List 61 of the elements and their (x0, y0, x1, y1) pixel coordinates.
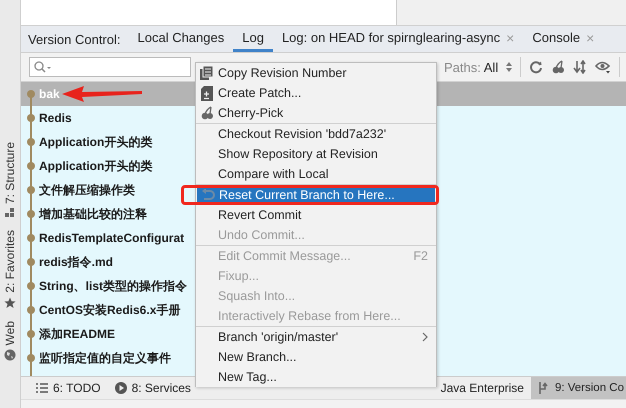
up-down-icon (506, 62, 512, 72)
menu-item[interactable]: Copy Revision Number (196, 63, 436, 83)
search-icon (34, 61, 52, 73)
document-icon (201, 86, 213, 100)
tool-window-button[interactable]: 6: TODO (29, 377, 108, 399)
menu-item[interactable]: Checkout Revision 'bdd7a232' (196, 124, 436, 144)
tool-window-button[interactable]: 7: Structure (3, 142, 17, 204)
commit-node-icon (26, 226, 36, 250)
commit-message[interactable]: CentOS安装Redis6.x手册 (39, 302, 180, 318)
tool-window-button[interactable]: Java Enterprise (434, 377, 531, 399)
sort-icon[interactable] (573, 60, 588, 74)
commit-node-icon (26, 322, 36, 346)
commit-node-icon (26, 154, 36, 178)
commit-message[interactable]: RedisTemplateConfigurat (39, 231, 184, 245)
filter-dropdown[interactable]: Paths: All (444, 60, 498, 74)
menu-item[interactable]: Show Repository at Revision (196, 144, 436, 164)
tab[interactable]: Local Changes (128, 26, 234, 52)
commit-node-icon (26, 274, 36, 298)
tab[interactable]: Log (233, 26, 273, 52)
commit-node-icon (26, 130, 36, 154)
menu-item[interactable]: New Branch... (196, 347, 436, 367)
play-icon (114, 382, 127, 394)
structure-icon (5, 208, 15, 218)
eye-icon[interactable] (595, 60, 612, 74)
commit-node-icon (26, 202, 36, 226)
commit-node-icon (26, 178, 36, 202)
star-icon (4, 296, 16, 309)
menu-item[interactable]: New Tag... (196, 367, 436, 387)
commit-message[interactable]: Application开头的类 (39, 134, 152, 150)
tool-window-title: Version Control: (27, 30, 122, 48)
tab[interactable]: Log: on HEAD for spirnglearing-async × (272, 26, 524, 52)
search-field[interactable] (29, 57, 191, 77)
copy-icon (200, 66, 214, 80)
commit-node-icon (26, 298, 36, 322)
tool-window-button[interactable]: Web (3, 320, 17, 346)
menu-item[interactable]: Revert Commit (196, 205, 436, 225)
commit-message[interactable]: String、list类型的操作指令 (39, 278, 188, 294)
menu-item[interactable]: Create Patch... (196, 83, 436, 103)
list-icon (36, 383, 48, 393)
refresh-icon[interactable] (529, 60, 544, 74)
tool-window-button[interactable]: 2: Favorites (3, 230, 17, 293)
globe-icon (4, 349, 16, 362)
menu-item[interactable]: Cherry-Pick (196, 103, 436, 123)
commit-message[interactable]: Redis (39, 111, 72, 125)
cherry-icon[interactable] (551, 60, 566, 74)
branch-icon (538, 382, 550, 394)
tool-window-button[interactable]: 9: Version Co (530, 377, 626, 399)
menu-item[interactable]: Branch 'origin/master' (196, 327, 436, 347)
commit-message[interactable]: 添加README (39, 326, 116, 342)
commit-message[interactable]: 监听指定值的自定义事件 (39, 350, 171, 366)
cherry-icon (200, 106, 214, 120)
undo-icon (201, 189, 215, 201)
menu-item[interactable]: Compare with Local (196, 164, 436, 184)
commit-message[interactable]: 文件解压缩操作类 (39, 182, 135, 198)
commit-message[interactable]: 增加基础比较的注释 (39, 206, 147, 222)
commit-node-icon (26, 250, 36, 274)
commit-node-icon (26, 106, 36, 130)
commit-message[interactable]: Application开头的类 (39, 158, 152, 174)
commit-message[interactable]: redis指令.md (39, 254, 114, 270)
tab[interactable]: Console × (523, 26, 604, 52)
tool-window-button[interactable]: 8: Services (108, 377, 198, 399)
